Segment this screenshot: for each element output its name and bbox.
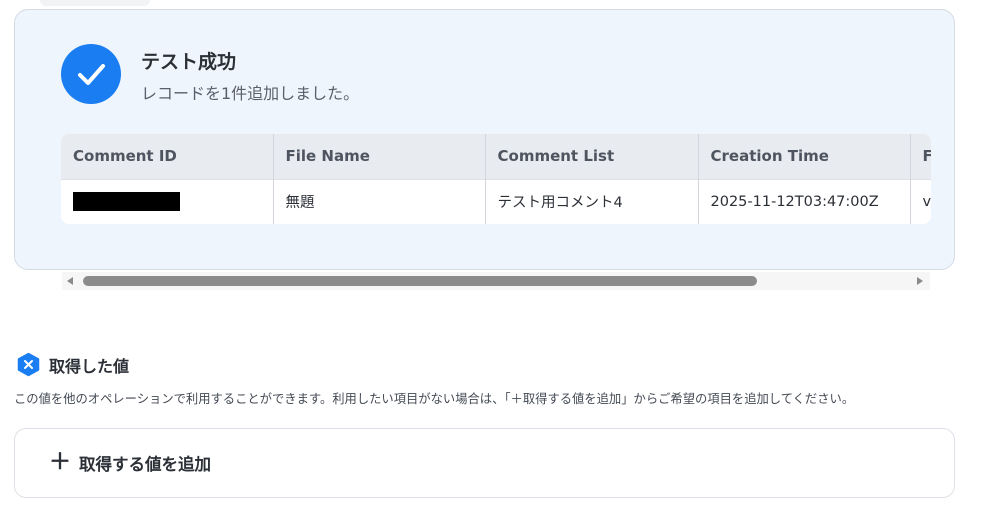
redacted-value (73, 192, 180, 212)
add-value-button[interactable]: ＋ 取得する値を追加 (49, 451, 211, 475)
column-header-comment-list: Comment List (485, 134, 699, 179)
column-header-truncated: F (910, 134, 931, 179)
cell-comment-list: テスト用コメント4 (485, 178, 699, 224)
table-header-row: Comment ID File Name Comment List Creati… (61, 134, 931, 179)
add-value-card: ＋ 取得する値を追加 (14, 428, 955, 498)
success-subtitle: レコードを1件追加しました。 (141, 84, 360, 103)
scroll-right-arrow-icon[interactable] (917, 277, 923, 285)
x-hexagon-icon (16, 352, 41, 377)
column-header-file-name: File Name (273, 134, 486, 179)
cell-creation-time: 2025-11-12T03:47:00Z (698, 178, 911, 224)
result-table: Comment ID File Name Comment List Creati… (61, 134, 931, 224)
column-header-creation-time: Creation Time (698, 134, 911, 179)
scrollbar-thumb[interactable] (83, 276, 757, 286)
cell-file-name: 無題 (273, 178, 486, 224)
cell-truncated: v (910, 178, 931, 224)
scroll-left-arrow-icon[interactable] (67, 277, 73, 285)
acquired-values-header: 取得した値 (16, 352, 129, 377)
cell-comment-id (61, 178, 274, 224)
section-description: この値を他のオペレーションで利用することができます。利用したい項目がない場合は、… (14, 392, 855, 406)
add-value-label: 取得する値を追加 (79, 455, 212, 474)
section-title: 取得した値 (49, 356, 130, 376)
plus-icon: ＋ (49, 450, 72, 475)
column-header-comment-id: Comment ID (61, 134, 274, 179)
success-title: テスト成功 (141, 51, 237, 73)
top-shadow (40, 0, 150, 6)
table-row: 無題 テスト用コメント4 2025-11-12T03:47:00Z v (61, 178, 931, 224)
check-icon (61, 44, 121, 104)
test-result-card: テスト成功 レコードを1件追加しました。 Comment ID File Nam… (14, 9, 955, 270)
horizontal-scrollbar[interactable] (62, 272, 930, 290)
